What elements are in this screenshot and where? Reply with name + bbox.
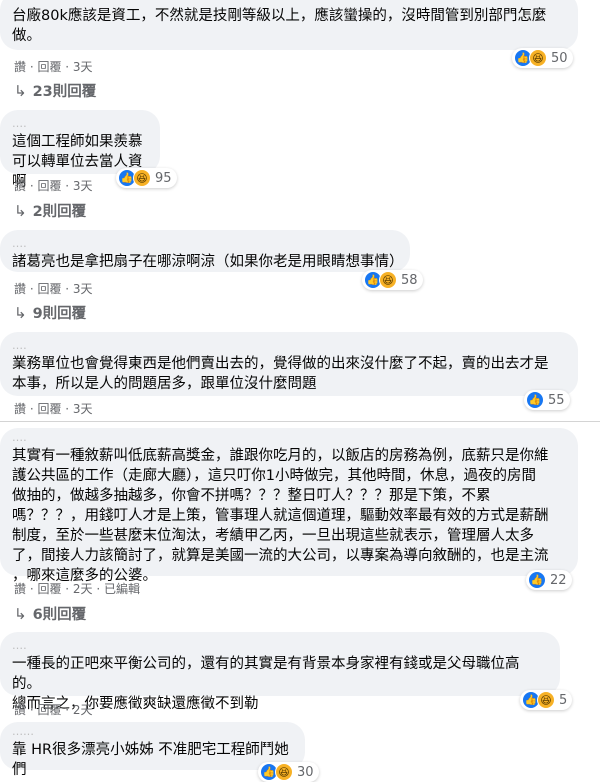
comment-text: 靠 HR很多漂亮小姊姊 不准肥宅工程師鬥她們 [12,742,289,778]
view-replies-button[interactable]: ↳ 9則回覆 [14,302,86,323]
view-replies-button[interactable]: ↳ 6則回覆 [14,603,86,624]
comment-actions[interactable]: 讚 · 回覆 · 3天 [14,179,93,193]
author-name[interactable]: ‥‥ [12,640,548,652]
reaction-summary[interactable]: 👍 22 [526,570,572,590]
comment-text: 其實有一種敘薪叫低底薪高獎金，誰跟你吃月的，以飯店的房務為例，底薪只是你維 護公… [12,448,549,584]
reaction-summary[interactable]: 👍 😆 58 [362,270,423,290]
author-name[interactable]: ‥‥‥ [12,726,293,738]
haha-icon: 😆 [537,691,555,709]
haha-icon: 😆 [529,49,547,67]
like-icon: 👍 [526,391,544,409]
reaction-count: 95 [155,170,172,186]
reaction-count: 30 [297,764,314,780]
reply-arrow-icon: ↳ [14,201,27,220]
comment-bubble: ‥‥ 其實有一種敘薪叫低底薪高獎金，誰跟你吃月的，以飯店的房務為例，底薪只是你維… [0,428,578,584]
view-replies-button[interactable]: ↳ 2則回覆 [14,200,86,221]
author-name[interactable]: ‥‥ [12,238,398,250]
comment-bubble: ‥‥ 業務單位也會覺得東西是他們賣出去的，覺得做的出來沒什麼了不起，賣的出去才是… [0,332,578,396]
comment-bubble: 台廠80k應該是資工，不然就是技剛等級以上，應該蠻操的，沒時間管到別部門怎麼 做… [0,0,578,50]
comment-text: 諸葛亮也是拿把扇子在哪涼啊涼（如果你老是用眼睛想事情） [12,254,404,270]
reaction-summary[interactable]: 👍 😆 95 [116,168,177,188]
author-name[interactable]: ‥‥ [12,432,566,444]
comment-actions[interactable]: 讚 · 回覆 · 2天 · 已編輯 [14,582,140,596]
comment-text: 台廠80k應該是資工，不然就是技剛等級以上，應該蠻操的，沒時間管到別部門怎麼 做… [12,8,547,44]
haha-icon: 😆 [275,763,293,781]
reaction-summary[interactable]: 👍 55 [524,390,570,410]
author-name[interactable]: ‥‥ [12,118,148,130]
comment-actions[interactable]: 讚 · 回覆 · 2天 [14,703,93,717]
haha-icon: 😆 [133,169,151,187]
comment-actions[interactable]: 讚 · 回覆 · 3天 [14,282,93,296]
divider [0,421,600,422]
comment-bubble: ‥‥ 諸葛亮也是拿把扇子在哪涼啊涼（如果你老是用眼睛想事情） [0,230,410,272]
comment-actions[interactable]: 讚 · 回覆 · 3天 [14,402,93,416]
reply-arrow-icon: ↳ [14,81,27,100]
reaction-count: 55 [548,392,565,408]
reaction-count: 50 [551,50,568,66]
reaction-count: 58 [401,272,418,288]
comment-bubble: ‥‥‥ 靠 HR很多漂亮小姊姊 不准肥宅工程師鬥她們 [0,722,305,778]
reply-arrow-icon: ↳ [14,303,27,322]
like-icon: 👍 [528,571,546,589]
reaction-count: 22 [550,572,567,588]
comment-bubble: ‥‥ 這個工程師如果羨慕 可以轉單位去當人資啊 [0,110,160,190]
reaction-summary[interactable]: 👍 😆 30 [258,762,319,782]
reaction-summary[interactable]: 👍 😆 5 [520,690,573,710]
comment-bubble: ‥‥ 一種長的正吧來平衡公司的，還有的其實是有背景本身家裡有錢或是父母職位高的。… [0,632,560,712]
comment-actions[interactable]: 讚 · 回覆 · 3天 [14,60,93,74]
reaction-count: 5 [559,692,568,708]
reaction-summary[interactable]: 👍 😆 50 [512,48,573,68]
reply-arrow-icon: ↳ [14,604,27,623]
author-name[interactable]: ‥‥ [12,340,566,352]
haha-icon: 😆 [379,271,397,289]
comment-text: 業務單位也會覺得東西是他們賣出去的，覺得做的出來沒什麼了不起，賣的出去才是 本事… [12,356,549,392]
view-replies-button[interactable]: ↳ 23則回覆 [14,80,96,101]
